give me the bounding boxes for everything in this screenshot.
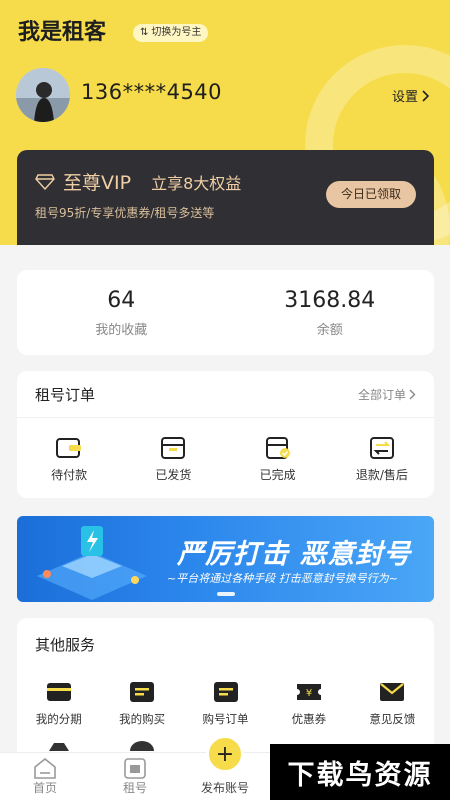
page-title: 我是租客: [18, 20, 107, 45]
all-orders-link[interactable]: 全部订单: [358, 386, 416, 403]
service-icon: [48, 743, 69, 751]
carousel-indicator: [217, 592, 235, 596]
wallet-icon: [56, 438, 82, 458]
stat-label: 余额: [316, 323, 343, 338]
order-icon: [213, 682, 238, 702]
box-icon: [161, 437, 186, 459]
user-phone: 136****4540: [81, 80, 223, 104]
swap-icon: ⇅: [140, 27, 149, 38]
stats-card: 64 我的收藏 3168.84 余额: [17, 270, 434, 355]
tab-rent[interactable]: 租号: [90, 753, 180, 800]
refund-icon: [369, 437, 394, 459]
service-buy-orders[interactable]: 购号订单: [184, 681, 267, 727]
service-purchases[interactable]: 我的购买: [100, 681, 183, 727]
service-more-1[interactable]: [17, 741, 100, 751]
order-refund[interactable]: 退款/售后: [330, 436, 434, 483]
service-coupons[interactable]: ¥ 优惠券: [267, 681, 350, 727]
banner-title: 严厉打击 恶意封号: [177, 539, 412, 570]
svg-text:¥: ¥: [306, 688, 312, 699]
vip-claim-button[interactable]: 今日已领取: [326, 181, 416, 208]
banner-illustration: [37, 526, 147, 600]
banner-subtitle: ~平台将通过各种手段 打击恶意封号换号行为~: [167, 572, 398, 585]
chevron-right-icon: [409, 389, 416, 399]
tab-home[interactable]: 首页: [0, 753, 90, 800]
orders-title: 租号订单: [35, 385, 96, 404]
avatar-image: [16, 68, 70, 122]
stat-value: 3168.84: [284, 288, 376, 313]
mail-icon: [380, 683, 405, 701]
service-icon: [130, 741, 155, 751]
order-pending-payment[interactable]: 待付款: [17, 436, 121, 483]
order-shipped[interactable]: 已发货: [121, 436, 225, 483]
chevron-right-icon: [422, 89, 430, 102]
stat-favorites[interactable]: 64 我的收藏: [17, 270, 226, 355]
plus-icon: +: [206, 735, 244, 773]
orders-card: 租号订单 全部订单 待付款 已发货 已完成 退款/售后: [17, 371, 434, 498]
services-title: 其他服务: [35, 636, 96, 654]
diamond-icon: [35, 173, 55, 190]
card-icon: [46, 683, 71, 701]
vip-subtitle: 立享8大权益: [151, 173, 242, 193]
vip-name: 至尊VIP: [63, 172, 132, 194]
home-icon: [34, 757, 56, 779]
order-completed[interactable]: 已完成: [226, 436, 330, 483]
list-icon: [130, 682, 155, 702]
vip-card[interactable]: 至尊VIP 立享8大权益 租号95折/专享优惠券/租号多送等 今日已领取: [17, 150, 434, 245]
service-feedback[interactable]: 意见反馈: [351, 681, 434, 727]
service-installments[interactable]: 我的分期: [17, 681, 100, 727]
switch-role-button[interactable]: ⇅ 切换为号主: [133, 24, 209, 42]
vip-description: 租号95折/专享优惠券/租号多送等: [35, 206, 215, 220]
stat-label: 我的收藏: [95, 323, 148, 338]
coupon-icon: ¥: [296, 684, 321, 700]
service-more-2[interactable]: [100, 741, 183, 751]
avatar[interactable]: [16, 68, 70, 122]
stat-value: 64: [107, 288, 136, 313]
box-check-icon: [265, 437, 290, 459]
rent-icon: [124, 758, 146, 779]
tab-publish-account[interactable]: + 发布账号: [180, 735, 270, 800]
promo-banner[interactable]: 严厉打击 恶意封号 ~平台将通过各种手段 打击恶意封号换号行为~: [17, 516, 434, 602]
stat-balance[interactable]: 3168.84 余额: [226, 270, 435, 355]
settings-link[interactable]: 设置: [392, 86, 430, 105]
watermark: 下载鸟资源: [270, 744, 450, 800]
